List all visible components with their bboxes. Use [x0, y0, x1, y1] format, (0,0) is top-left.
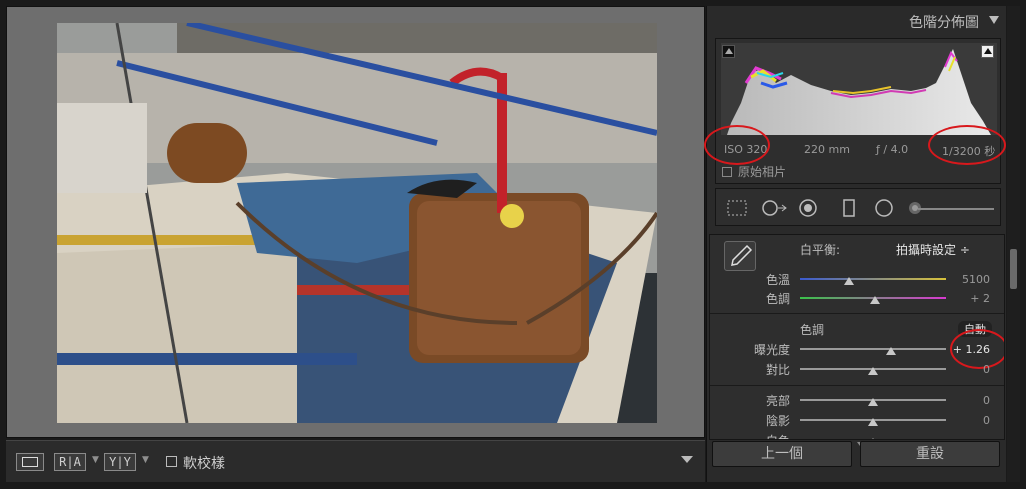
- before-after-split-button[interactable]: Y|Y: [104, 453, 136, 471]
- tone-section-title: 色調: [800, 323, 825, 337]
- panel-scrollbar-thumb[interactable]: [1010, 249, 1017, 289]
- radial-filter-icon[interactable]: [874, 199, 894, 220]
- exposure-slider[interactable]: [800, 348, 946, 350]
- tool-strip: [715, 188, 1001, 226]
- photo-workspace: [6, 6, 705, 438]
- aperture-readout: ƒ / 4.0: [876, 143, 909, 156]
- annotation-ring-iso: [704, 125, 770, 165]
- loupe-view-button[interactable]: [16, 453, 44, 471]
- highlights-value[interactable]: 0: [950, 394, 990, 407]
- graduated-filter-icon[interactable]: [842, 199, 856, 220]
- temp-value[interactable]: 5100: [950, 273, 990, 286]
- focal-length-readout: 220 mm: [804, 143, 850, 156]
- highlights-label: 亮部: [765, 394, 790, 408]
- before-after-dropdown-icon[interactable]: ▼: [92, 455, 99, 465]
- split-dropdown-icon[interactable]: ▼: [142, 455, 149, 465]
- tint-value[interactable]: + 2: [950, 292, 990, 305]
- contrast-slider-thumb[interactable]: [868, 367, 878, 375]
- white-balance-select[interactable]: 拍攝時設定 ÷: [896, 241, 970, 258]
- whites-slider-thumb[interactable]: [868, 438, 878, 439]
- red-eye-icon[interactable]: [798, 199, 818, 220]
- white-balance-label: 白平衡:: [800, 243, 841, 257]
- panel-scrollbar[interactable]: [1007, 6, 1020, 482]
- softproof-label: 軟校樣: [183, 456, 225, 472]
- contrast-label: 對比: [765, 363, 790, 377]
- tint-label: 色調: [765, 292, 790, 306]
- collapse-triangle-icon[interactable]: [989, 16, 999, 24]
- temp-slider-thumb[interactable]: [844, 277, 854, 285]
- section-divider: [710, 385, 1004, 386]
- crop-tool-icon[interactable]: [726, 199, 748, 220]
- tint-slider-thumb[interactable]: [870, 296, 880, 304]
- shadows-slider-thumb[interactable]: [868, 418, 878, 426]
- section-divider: [710, 313, 1004, 314]
- highlight-clipping-toggle[interactable]: [981, 45, 994, 58]
- before-after-left-right-button[interactable]: R|A: [54, 453, 86, 471]
- histogram-title: 色階分佈圖: [909, 15, 979, 31]
- eyedropper-icon: [731, 244, 753, 266]
- histogram-panel: ISO 320 220 mm ƒ / 4.0 1/3200 秒 原始相片: [704, 38, 1006, 184]
- previous-button[interactable]: 上一個: [712, 441, 852, 467]
- whites-slider[interactable]: [800, 439, 946, 440]
- softproof-checkbox[interactable]: [166, 456, 177, 467]
- photo-preview[interactable]: [57, 23, 657, 423]
- histogram-graph[interactable]: [721, 43, 997, 135]
- shadows-value[interactable]: 0: [950, 414, 990, 427]
- spot-removal-icon[interactable]: [760, 199, 788, 220]
- exposure-slider-thumb[interactable]: [886, 347, 896, 355]
- contrast-value[interactable]: 0: [950, 363, 990, 376]
- boat-photo: [57, 23, 657, 423]
- develop-right-panel: 色階分佈圖 ISO 320 220 mm ƒ / 4.0 1/3200 秒 原始…: [704, 6, 1007, 482]
- shadows-label: 陰影: [765, 414, 790, 428]
- original-photo-label: 原始相片: [738, 165, 787, 179]
- whites-label: 白色: [710, 432, 790, 439]
- toolbar-menu-icon[interactable]: [681, 456, 693, 463]
- reset-button[interactable]: 重設: [860, 441, 1000, 467]
- temp-label: 色溫: [765, 273, 790, 287]
- exposure-label: 曝光度: [753, 343, 790, 357]
- shadow-clipping-toggle[interactable]: [722, 45, 735, 58]
- basic-panel: 白平衡: 拍攝時設定 ÷ 色溫 5100 色調 + 2 色調 自動 曝光度 + …: [709, 234, 1005, 440]
- temp-slider[interactable]: [800, 278, 946, 280]
- rectangle-icon: [22, 457, 38, 467]
- highlights-slider-thumb[interactable]: [868, 398, 878, 406]
- bottom-toolbar: R|A ▼ Y|Y ▼ 軟校樣: [6, 440, 705, 482]
- annotation-ring-shutter: [928, 125, 1006, 165]
- white-balance-eyedropper[interactable]: [724, 241, 756, 271]
- histogram-header[interactable]: 色階分佈圖: [707, 6, 1007, 34]
- tool-size-slider[interactable]: [918, 208, 994, 210]
- original-photo-checkbox[interactable]: [722, 167, 732, 177]
